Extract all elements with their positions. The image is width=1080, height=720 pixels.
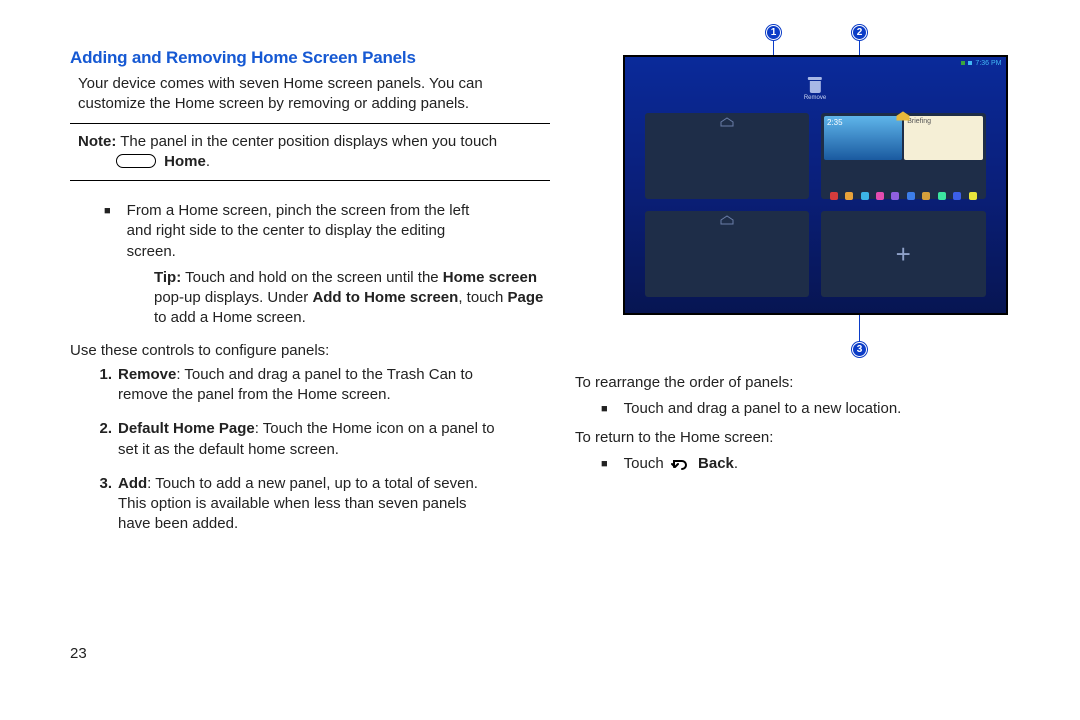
callout-badge: 1 [766, 25, 781, 40]
status-bar: 7:36 PM [625, 57, 1006, 69]
briefing-label: Briefing [907, 118, 931, 125]
list-item: 1. Remove: Touch and drag a panel to the… [92, 365, 550, 406]
list-number: 1. [92, 365, 112, 406]
bullet-item: ■ Touch and drag a panel to a new locati… [601, 399, 1055, 419]
briefing-widget: Briefing [904, 116, 982, 160]
tip-paragraph: Tip: Touch and hold on the screen until … [154, 268, 550, 329]
intro-line: customize the Home screen by removing or… [78, 95, 469, 112]
use-controls-label: Use these controls to configure panels: [70, 341, 550, 361]
trash-icon [808, 77, 822, 93]
app-icon [830, 192, 838, 200]
home-button-icon [116, 154, 156, 168]
divider [70, 180, 550, 181]
divider [70, 123, 550, 124]
plus-icon: + [896, 241, 911, 267]
status-time: 7:36 PM [975, 60, 1001, 67]
callout-badge: 2 [852, 25, 867, 40]
panel-add: + [821, 211, 986, 297]
bullet-marker-icon: ■ [601, 454, 608, 474]
home-filled-icon [896, 111, 910, 121]
app-icon [845, 192, 853, 200]
bullet-marker-icon: ■ [104, 201, 111, 262]
section-title: Adding and Removing Home Screen Panels [70, 48, 550, 68]
clock-widget: 2:35 [824, 116, 902, 160]
callout-badge: 3 [852, 342, 867, 357]
numbered-list: 1. Remove: Touch and drag a panel to the… [70, 365, 550, 535]
list-item: 2. Default Home Page: Touch the Home ico… [92, 419, 550, 460]
list-item: 3. Add: Touch to add a new panel, up to … [92, 474, 550, 535]
note-prefix: Note: [78, 133, 116, 150]
bullet-item: ■ From a Home screen, pinch the screen f… [104, 201, 550, 262]
note-period: . [206, 153, 210, 170]
panel-empty [645, 211, 810, 297]
app-icon [922, 192, 930, 200]
app-icon [876, 192, 884, 200]
note-home-label: Home [164, 153, 206, 170]
app-icon [891, 192, 899, 200]
list-number: 2. [92, 419, 112, 460]
home-outline-icon [720, 215, 734, 225]
tablet-screen: 7:36 PM Remove [623, 55, 1008, 315]
bullet-marker-icon: ■ [601, 399, 608, 419]
intro-paragraph: Your device comes with seven Home screen… [70, 74, 550, 115]
app-icon [861, 192, 869, 200]
bullet-text: Touch and drag a panel to a new location… [624, 399, 902, 419]
signal-icon [961, 61, 965, 65]
app-icon [953, 192, 961, 200]
note-paragraph: Note: The panel in the center position d… [70, 132, 550, 173]
app-icon [969, 192, 977, 200]
panel-empty [645, 113, 810, 199]
widget-time: 2:35 [827, 118, 843, 127]
intro-line: Your device comes with seven Home screen… [78, 75, 483, 92]
note-text: The panel in the center position display… [116, 133, 497, 150]
page-number: 23 [70, 644, 87, 664]
app-dock [824, 180, 983, 200]
app-icon [907, 192, 915, 200]
tip-prefix: Tip: [154, 269, 181, 286]
device-illustration: 1 2 3 7:36 PM [575, 55, 1055, 315]
bullet-text: From a Home screen, pinch the screen fro… [127, 201, 470, 262]
list-number: 3. [92, 474, 112, 535]
return-heading: To return to the Home screen: [575, 428, 1055, 448]
remove-label: Remove [804, 95, 826, 101]
panel-main: 2:35 Briefing [821, 113, 986, 199]
app-icon [938, 192, 946, 200]
remove-area: Remove [804, 77, 826, 101]
battery-icon [968, 61, 972, 65]
bullet-text: Touch Back. [624, 454, 738, 474]
home-outline-icon [720, 117, 734, 127]
rearrange-heading: To rearrange the order of panels: [575, 373, 1055, 393]
bullet-item: ■ Touch Back. [601, 454, 1055, 474]
back-icon [671, 457, 691, 471]
